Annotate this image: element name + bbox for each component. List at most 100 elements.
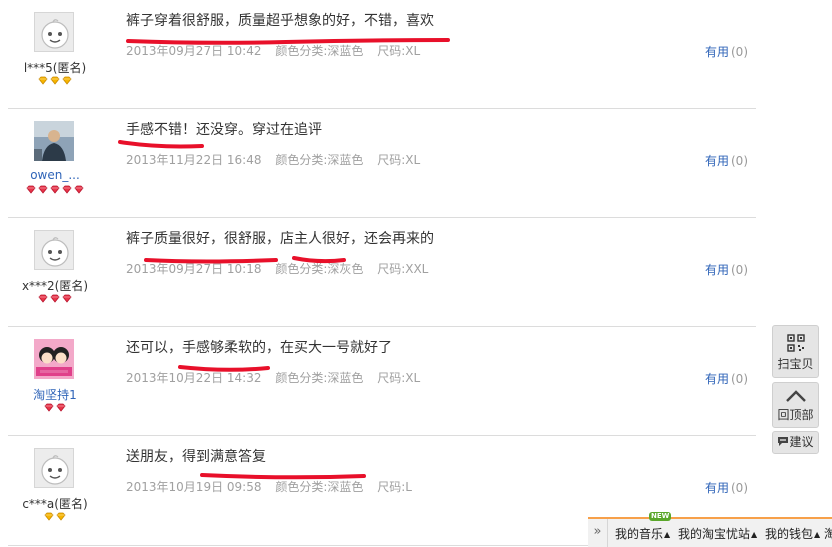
default-avatar-icon: [34, 230, 74, 270]
toolbar-item-station[interactable]: 我的淘宝忧站▲: [678, 525, 757, 542]
review-color: 颜色分类:深蓝色: [275, 371, 364, 385]
review-meta: 2013年10月19日 09:58 颜色分类:深蓝色 尺码:L: [126, 478, 422, 495]
red-heart-diamond-icon: [26, 185, 36, 194]
review-color: 颜色分类:深蓝色: [275, 480, 364, 494]
review-item: 淘坚持1 还可以，手感够柔软的，在买大一号就好了 2013年10月22日 14:…: [8, 327, 756, 436]
gold-diamond-icon: [56, 512, 66, 521]
review-meta: 2013年10月22日 14:32 颜色分类:深蓝色 尺码:XL: [126, 369, 430, 386]
caret-up-icon: ▲: [814, 530, 821, 539]
review-size: 尺码:L: [377, 480, 412, 494]
qr-code-icon: [786, 334, 805, 352]
review-date: 2013年09月27日 10:42: [126, 44, 262, 58]
chevron-up-icon: [785, 390, 806, 402]
helpful-label[interactable]: 有用: [705, 372, 729, 386]
buyer-level-badges: [8, 185, 102, 199]
avatar[interactable]: [34, 339, 74, 379]
red-heart-diamond-icon: [50, 294, 60, 303]
review-date: 2013年10月19日 09:58: [126, 480, 262, 494]
scan-item-label: 扫宝贝: [777, 357, 814, 371]
feedback-button[interactable]: 建议: [772, 431, 819, 454]
double-chevron-icon[interactable]: »: [588, 519, 608, 547]
toolbar-item-label: 我的音乐: [615, 527, 664, 541]
toolbar-item-label: 我的钱包: [765, 527, 814, 541]
red-heart-diamond-icon: [38, 294, 48, 303]
review-color: 颜色分类:深灰色: [275, 262, 364, 276]
user-photo-avatar: [34, 121, 74, 161]
toolbar-item-label: 淘: [824, 527, 832, 541]
review-size: 尺码:XL: [377, 371, 421, 385]
review-item: l***5(匿名) 裤子穿着很舒服，质量超乎想象的好，不错，喜欢 2013年09…: [8, 0, 756, 109]
default-avatar-icon: [34, 448, 74, 488]
helpful-label[interactable]: 有用: [705, 263, 729, 277]
toolbar-item-music[interactable]: 我的音乐▲: [615, 525, 670, 542]
buyer-level-badges: [8, 76, 102, 90]
avatar[interactable]: [34, 448, 74, 488]
reviewer-name[interactable]: x***2(匿名): [8, 277, 102, 294]
review-text: 裤子质量很好，很舒服，店主人很好，还会再来的: [126, 231, 434, 247]
helpful-count: (0): [731, 154, 748, 168]
avatar[interactable]: [34, 12, 74, 52]
helpful-button[interactable]: 有用 (0): [705, 152, 748, 169]
gold-diamond-icon: [62, 76, 72, 85]
red-heart-diamond-icon: [74, 185, 84, 194]
helpful-label[interactable]: 有用: [705, 154, 729, 168]
reviewer-name[interactable]: c***a(匿名): [8, 495, 102, 512]
buyer-level-badges: [8, 512, 102, 526]
toolbar-item-taobao[interactable]: 淘: [824, 525, 832, 542]
review-date: 2013年10月22日 14:32: [126, 371, 262, 385]
review-size: 尺码:XL: [377, 153, 421, 167]
default-avatar-icon: [34, 12, 74, 52]
review-text: 裤子穿着很舒服，质量超乎想象的好，不错，喜欢: [126, 13, 434, 29]
review-color: 颜色分类:深蓝色: [275, 44, 364, 58]
helpful-button[interactable]: 有用 (0): [705, 43, 748, 60]
review-text: 还可以，手感够柔软的，在买大一号就好了: [126, 340, 392, 356]
gold-diamond-icon: [38, 76, 48, 85]
review-text: 手感不错！还没穿。穿过在追评: [126, 122, 322, 138]
back-to-top-label: 回顶部: [777, 408, 814, 422]
reviewer-name[interactable]: l***5(匿名): [8, 59, 102, 76]
helpful-button[interactable]: 有用 (0): [705, 261, 748, 278]
helpful-count: (0): [731, 263, 748, 277]
review-meta: 2013年09月27日 10:18 颜色分类:深灰色 尺码:XXL: [126, 260, 438, 277]
gold-diamond-icon: [50, 76, 60, 85]
helpful-button[interactable]: 有用 (0): [705, 479, 748, 496]
toolbar-item-wallet[interactable]: 我的钱包▲: [765, 525, 820, 542]
review-date: 2013年09月27日 10:18: [126, 262, 262, 276]
review-text: 送朋友，得到满意答复: [126, 449, 266, 465]
review-size: 尺码:XXL: [377, 262, 429, 276]
helpful-button[interactable]: 有用 (0): [705, 370, 748, 387]
review-size: 尺码:XL: [377, 44, 421, 58]
review-meta: 2013年09月27日 10:42 颜色分类:深蓝色 尺码:XL: [126, 42, 430, 59]
helpful-count: (0): [731, 45, 748, 59]
avatar[interactable]: [34, 121, 74, 161]
back-to-top-button[interactable]: 回顶部: [772, 382, 819, 428]
review-item: x***2(匿名) 裤子质量很好，很舒服，店主人很好，还会再来的 2013年09…: [8, 218, 756, 327]
feedback-label: 建议: [789, 435, 814, 449]
toolbar-item-label: 我的淘宝忧站: [678, 527, 751, 541]
reviewer-name[interactable]: 淘坚持1: [8, 386, 102, 403]
scan-item-button[interactable]: 扫宝贝: [772, 325, 819, 378]
new-badge: NEW: [649, 512, 672, 521]
review-list-page: l***5(匿名) 裤子穿着很舒服，质量超乎想象的好，不错，喜欢 2013年09…: [0, 0, 832, 547]
helpful-label[interactable]: 有用: [705, 45, 729, 59]
caret-up-icon: ▲: [664, 530, 671, 539]
chat-bubble-icon: [778, 437, 789, 446]
buyer-level-badges: [8, 403, 102, 417]
red-heart-diamond-icon: [56, 403, 66, 412]
helpful-label[interactable]: 有用: [705, 481, 729, 495]
reviewer-name[interactable]: owen_...: [8, 168, 102, 182]
helpful-count: (0): [731, 481, 748, 495]
gold-diamond-icon: [44, 512, 54, 521]
review-meta: 2013年11月22日 16:48 颜色分类:深蓝色 尺码:XL: [126, 151, 430, 168]
red-heart-diamond-icon: [50, 185, 60, 194]
buyer-level-badges: [8, 294, 102, 308]
red-heart-diamond-icon: [38, 185, 48, 194]
red-heart-diamond-icon: [62, 294, 72, 303]
red-heart-diamond-icon: [44, 403, 54, 412]
avatar[interactable]: [34, 230, 74, 270]
cartoon-avatar: [34, 339, 74, 379]
review-color: 颜色分类:深蓝色: [275, 153, 364, 167]
review-item: owen_... 手感不错！还没穿。穿过在追评 2013年11月22日 16:4…: [8, 109, 756, 218]
red-heart-diamond-icon: [62, 185, 72, 194]
review-date: 2013年11月22日 16:48: [126, 153, 262, 167]
